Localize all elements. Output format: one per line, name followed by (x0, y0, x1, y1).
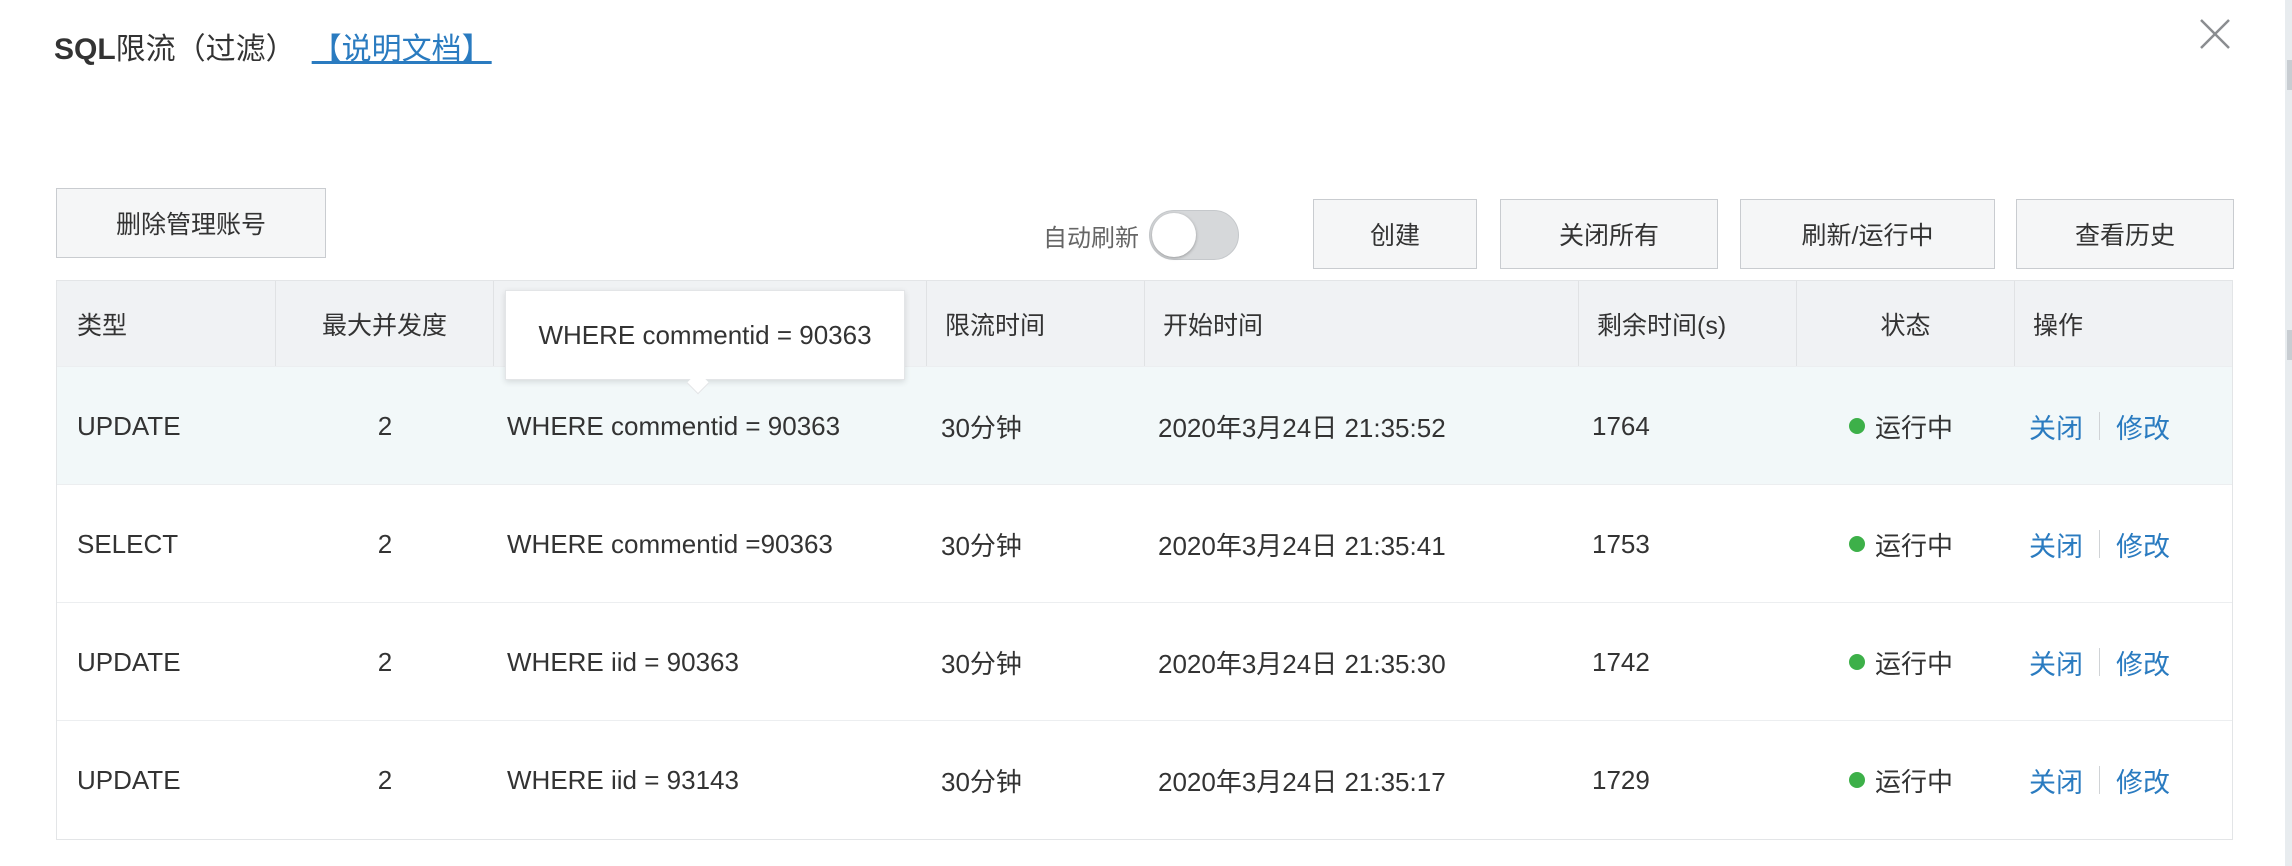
cell-max-concurrency: 2 (377, 410, 393, 441)
close-rule-link[interactable]: 关闭 (2029, 407, 2083, 446)
header-max-concurrency: 最大并发度 (276, 281, 494, 366)
close-icon[interactable] (2195, 14, 2235, 54)
status-badge: 运行中 (1849, 603, 1953, 721)
dialog-title: SQL限流（过滤） 【说明文档】 (54, 24, 492, 68)
cell-type: SELECT (77, 528, 179, 559)
action-divider (2099, 766, 2100, 794)
status-dot-icon (1849, 772, 1865, 788)
close-rule-link[interactable]: 关闭 (2029, 761, 2083, 800)
cell-keyword: WHERE commentid =90363 (507, 528, 833, 559)
cell-start-time: 2020年3月24日 21:35:17 (1158, 766, 1446, 797)
edit-rule-link[interactable]: 修改 (2116, 761, 2170, 800)
cell-keyword: WHERE commentid = 90363 (507, 410, 841, 441)
cell-limit-time: 30分钟 (941, 648, 1022, 679)
action-divider (2099, 412, 2100, 440)
table-row: UPDATE 2 WHERE iid = 93143 30分钟 2020年3月2… (57, 720, 2232, 838)
cell-start-time: 2020年3月24日 21:35:52 (1158, 412, 1446, 443)
cell-start-time: 2020年3月24日 21:35:41 (1158, 530, 1446, 561)
view-history-button[interactable]: 查看历史 (2016, 199, 2234, 269)
cell-type: UPDATE (77, 410, 181, 441)
edit-rule-link[interactable]: 修改 (2116, 407, 2170, 446)
close-all-button[interactable]: 关闭所有 (1500, 199, 1718, 269)
cell-remaining: 1764 (1592, 410, 1650, 441)
header-actions: 操作 (2033, 311, 2084, 340)
dialog-title-text: SQL限流（过滤） (54, 33, 296, 66)
cell-remaining: 1742 (1592, 646, 1650, 677)
edit-rule-link[interactable]: 修改 (2116, 525, 2170, 564)
close-rule-link[interactable]: 关闭 (2029, 525, 2083, 564)
cell-type: UPDATE (77, 764, 181, 795)
table-row: UPDATE 2 WHERE commentid = 90363 30分钟 20… (57, 366, 2232, 484)
header-type: 类型 (57, 281, 276, 366)
cell-max-concurrency: 2 (377, 764, 393, 795)
delete-admin-account-button[interactable]: 删除管理账号 (56, 188, 326, 258)
cell-start-time: 2020年3月24日 21:35:30 (1158, 648, 1446, 679)
refresh-running-button[interactable]: 刷新/运行中 (1740, 199, 1995, 269)
header-status: 状态 (1797, 281, 2015, 366)
status-dot-icon (1849, 536, 1865, 552)
action-divider (2099, 530, 2100, 558)
action-divider (2099, 648, 2100, 676)
header-limit-time: 限流时间 (927, 281, 1145, 366)
cell-keyword: WHERE iid = 90363 (507, 646, 739, 677)
cell-max-concurrency: 2 (377, 528, 393, 559)
header-start-time: 开始时间 (1145, 281, 1579, 366)
table-row: UPDATE 2 WHERE iid = 90363 30分钟 2020年3月2… (57, 602, 2232, 720)
status-badge: 运行中 (1849, 485, 1953, 603)
cell-limit-time: 30分钟 (941, 530, 1022, 561)
cell-remaining: 1753 (1592, 528, 1650, 559)
row-actions: 关闭 修改 (2029, 485, 2170, 603)
toggle-knob (1152, 213, 1196, 257)
cell-limit-time: 30分钟 (941, 766, 1022, 797)
row-actions: 关闭 修改 (2029, 603, 2170, 721)
scrollbar-edge (2285, 0, 2292, 866)
table-header: 类型 最大并发度 限流时间 开始时间 剩余时间(s) 状态 操作 (57, 281, 2232, 366)
throttle-table: 类型 最大并发度 限流时间 开始时间 剩余时间(s) 状态 操作 UPDATE … (56, 280, 2233, 840)
table-row: SELECT 2 WHERE commentid =90363 30分钟 202… (57, 484, 2232, 602)
auto-refresh-toggle[interactable] (1149, 210, 1239, 260)
status-badge: 运行中 (1849, 367, 1953, 485)
row-actions: 关闭 修改 (2029, 367, 2170, 485)
auto-refresh-label: 自动刷新 (1043, 224, 1139, 252)
create-button[interactable]: 创建 (1313, 199, 1477, 269)
auto-refresh-control: 自动刷新 (1043, 208, 1239, 262)
cell-remaining: 1729 (1592, 764, 1650, 795)
status-dot-icon (1849, 654, 1865, 670)
cell-limit-time: 30分钟 (941, 412, 1022, 443)
status-badge: 运行中 (1849, 721, 1953, 839)
header-remaining: 剩余时间(s) (1579, 281, 1797, 366)
cell-max-concurrency: 2 (377, 646, 393, 677)
status-dot-icon (1849, 418, 1865, 434)
doc-link[interactable]: 【说明文档】 (312, 24, 492, 68)
cell-keyword: WHERE iid = 93143 (507, 764, 739, 795)
keyword-tooltip: WHERE commentid = 90363 (505, 290, 905, 380)
cell-type: UPDATE (77, 646, 181, 677)
row-actions: 关闭 修改 (2029, 721, 2170, 839)
edit-rule-link[interactable]: 修改 (2116, 643, 2170, 682)
close-rule-link[interactable]: 关闭 (2029, 643, 2083, 682)
